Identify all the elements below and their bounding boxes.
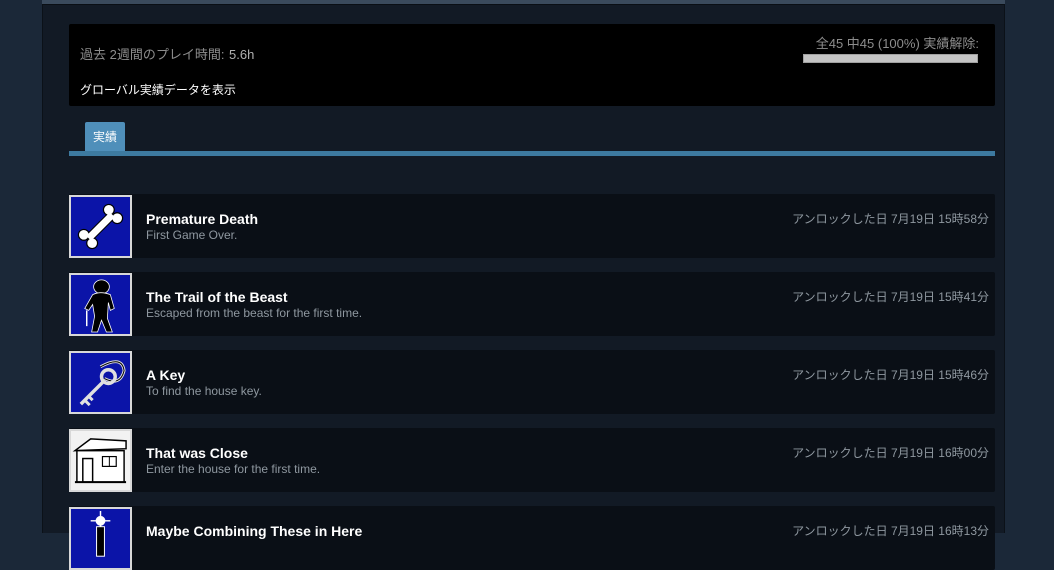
top-bar <box>42 0 1005 5</box>
achievement-progress-bar <box>803 54 978 63</box>
achievement-unlock-date: アンロックした日 7月19日 15時41分 <box>792 290 989 304</box>
achievement-count: 全45 中45 (100%) 実績解除: <box>815 36 979 51</box>
achievement-progress-fill <box>804 55 977 62</box>
achievement-row: Premature Death First Game Over. アンロックした… <box>69 194 995 258</box>
achievement-description: Escaped from the beast for the first tim… <box>146 306 363 320</box>
achievement-description: Enter the house for the first time. <box>146 462 321 476</box>
tab-achievements[interactable]: 実績 <box>85 122 125 151</box>
beast-silhouette-icon <box>69 273 132 336</box>
achievement-unlock-date: アンロックした日 7月19日 15時46分 <box>792 368 989 382</box>
achievement-unlock-date: アンロックした日 7月19日 16時13分 <box>792 524 989 538</box>
bone-icon <box>69 195 132 258</box>
playtime-label: 過去 2週間のプレイ時間: <box>80 47 225 62</box>
achievement-name: Premature Death <box>146 211 259 227</box>
achievement-row: The Trail of the Beast Escaped from the … <box>69 272 995 336</box>
achievement-description: First Game Over. <box>146 228 238 242</box>
lamp-icon <box>69 507 132 570</box>
key-icon <box>69 351 132 414</box>
achievement-name: The Trail of the Beast <box>146 289 288 305</box>
achievement-name: That was Close <box>146 445 248 461</box>
house-icon <box>69 429 132 492</box>
achievement-row: That was Close Enter the house for the f… <box>69 428 995 492</box>
global-achievements-link[interactable]: グローバル実績データを表示 <box>80 82 236 98</box>
achievement-description: To find the house key. <box>146 384 262 398</box>
playtime-value: 5.6h <box>229 47 255 62</box>
stats-summary-panel: 過去 2週間のプレイ時間: 5.6h グローバル実績データを表示 全45 中45… <box>69 24 995 106</box>
achievement-unlock-date: アンロックした日 7月19日 15時58分 <box>792 212 989 226</box>
achievement-name: A Key <box>146 367 186 383</box>
tab-underline <box>69 151 995 156</box>
achievement-row: Maybe Combining These in Here アンロックした日 7… <box>69 506 995 570</box>
achievement-row: A Key To find the house key. アンロックした日 7月… <box>69 350 995 414</box>
achievement-unlock-date: アンロックした日 7月19日 16時00分 <box>792 446 989 460</box>
achievement-name: Maybe Combining These in Here <box>146 523 363 539</box>
